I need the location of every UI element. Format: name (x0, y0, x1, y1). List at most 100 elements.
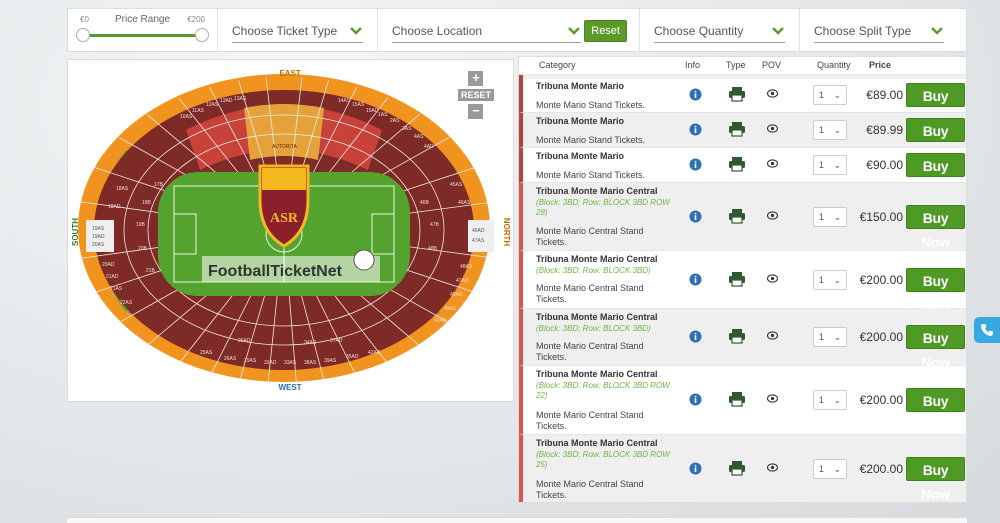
quantity-select[interactable]: 1 ⌄ (813, 327, 847, 347)
buy-now-button[interactable]: Buy Now (906, 153, 965, 198)
stand-label-east: EAST (279, 69, 300, 78)
quantity-select[interactable]: 1 ⌄ (813, 120, 847, 140)
section-label: 14AS (338, 98, 351, 104)
row-block-info: (Block: 3BD; Row: BLOCK 3BD ROW 28) (536, 198, 670, 217)
map-reset-button[interactable]: RESET (457, 89, 494, 101)
east-central-highlight[interactable] (244, 104, 324, 160)
printer-icon[interactable] (728, 328, 746, 344)
listing-row: Tribuna Monte Mario Central (Block: 3BD;… (519, 309, 966, 370)
section-label: 29AS (244, 358, 257, 364)
section-label: 13AD (220, 98, 233, 104)
row-description: Monte Mario Stand Tickets. (536, 100, 646, 110)
printer-icon[interactable] (728, 271, 746, 287)
buy-now-button[interactable]: Buy Now (906, 457, 965, 502)
quantity-select[interactable]: 1 ⌄ (813, 155, 847, 175)
price-slider-min-handle[interactable] (76, 28, 90, 42)
chevron-down-icon: ⌄ (833, 89, 842, 100)
location-dropdown[interactable]: Choose Location (392, 19, 581, 43)
ticket-listing: Category Info Type POV Quantity Price Tr… (518, 56, 967, 503)
printer-icon[interactable] (728, 86, 746, 102)
row-price: €200.00 (859, 273, 903, 287)
price-slider-track[interactable] (82, 34, 203, 37)
section-label: 21B (146, 268, 156, 274)
phone-contact-tab[interactable] (974, 317, 1000, 343)
buy-now-button[interactable]: Buy Now (906, 325, 965, 370)
listing-row: Tribuna Monte Mario Monte Mario Stand Ti… (519, 148, 966, 198)
split-type-dropdown[interactable]: Choose Split Type (814, 19, 944, 43)
north-white-block[interactable] (468, 220, 494, 252)
section-label: 18B (142, 200, 152, 206)
eye-icon[interactable] (767, 274, 778, 283)
quantity-select[interactable]: 1 ⌄ (813, 207, 847, 227)
buy-now-button[interactable]: Buy Now (906, 268, 965, 313)
info-icon[interactable] (689, 210, 702, 223)
section-label: 45AS (450, 182, 463, 188)
zoom-out-button[interactable]: − (468, 104, 484, 119)
stadium-map[interactable]: ASR FootballTicketNet EAST WEST NORTH SO… (68, 60, 514, 402)
chevron-down-icon (772, 26, 784, 35)
section-label: AUTORITA (272, 144, 297, 150)
section-label: 46AS (458, 200, 471, 206)
row-description: Monte Mario Central Stand Tickets. (536, 479, 644, 500)
printer-icon[interactable] (728, 121, 746, 137)
header-info: Info (685, 60, 701, 70)
row-block-info: (Block: 3BD; Row: BLOCK 3BD) (536, 266, 651, 275)
row-category-name: Tribuna Monte Mario Central (536, 254, 658, 264)
section-label: 33AD (264, 360, 277, 366)
row-price: €200.00 (859, 393, 903, 407)
section-label: 46AD (472, 228, 485, 234)
header-type: Type (726, 60, 746, 70)
buy-now-button[interactable]: Buy Now (906, 83, 965, 128)
eye-icon[interactable] (767, 89, 778, 98)
printer-icon[interactable] (728, 391, 746, 407)
printer-icon[interactable] (728, 460, 746, 476)
row-description: Monte Mario Central Stand Tickets. (536, 410, 644, 431)
quantity-dropdown[interactable]: Choose Quantity (654, 19, 785, 43)
buy-now-button[interactable]: Buy Now (906, 388, 965, 433)
quantity-select[interactable]: 1 ⌄ (813, 390, 847, 410)
info-icon[interactable] (689, 123, 702, 136)
section-label: 48B (428, 246, 438, 252)
quantity-select-value: 1 (818, 275, 824, 285)
info-icon[interactable] (689, 393, 702, 406)
buy-now-button[interactable]: Buy Now (906, 205, 965, 250)
section-label: 47AD (456, 278, 469, 284)
row-category-name: Tribuna Monte Mario (536, 81, 625, 91)
section-label: 18AS (116, 186, 129, 192)
quantity-select-value: 1 (818, 212, 824, 222)
eye-icon[interactable] (767, 159, 778, 168)
reset-filters-button[interactable]: Reset (584, 20, 627, 42)
zoom-in-button[interactable]: + (468, 71, 484, 86)
row-category-name: Tribuna Monte Mario Central (536, 369, 658, 379)
section-label: 11AS (192, 108, 205, 114)
buy-now-button[interactable]: Buy Now (906, 118, 965, 163)
row-block-info: (Block: 3BD; Row: BLOCK 3BD) (536, 324, 651, 333)
listing-row: Tribuna Monte Mario Monte Mario Stand Ti… (519, 113, 966, 163)
info-icon[interactable] (689, 273, 702, 286)
eye-icon[interactable] (767, 463, 778, 472)
info-icon[interactable] (689, 88, 702, 101)
quantity-select[interactable]: 1 ⌄ (813, 459, 847, 479)
row-price: €200.00 (859, 462, 903, 476)
price-slider-max-handle[interactable] (195, 28, 209, 42)
quantity-select[interactable]: 1 ⌄ (813, 85, 847, 105)
info-icon[interactable] (689, 462, 702, 475)
eye-icon[interactable] (767, 124, 778, 133)
eye-icon[interactable] (767, 394, 778, 403)
map-zoom-controls: + RESET − (457, 71, 494, 119)
printer-icon[interactable] (728, 208, 746, 224)
stand-label-north: NORTH (502, 218, 511, 247)
printer-icon[interactable] (728, 156, 746, 172)
info-icon[interactable] (689, 330, 702, 343)
info-icon[interactable] (689, 158, 702, 171)
ticket-type-dropdown-label: Choose Ticket Type (232, 23, 338, 38)
quantity-select[interactable]: 1 ⌄ (813, 270, 847, 290)
eye-icon[interactable] (767, 331, 778, 340)
row-price: €150.00 (859, 210, 903, 224)
split-type-dropdown-label: Choose Split Type (814, 23, 912, 38)
club-badge-text: ASR (270, 211, 299, 226)
eye-icon[interactable] (767, 211, 778, 220)
section-label: 48AS (460, 264, 473, 270)
ticket-type-dropdown[interactable]: Choose Ticket Type (232, 19, 363, 43)
split-type-filter: Choose Split Type (800, 9, 958, 51)
